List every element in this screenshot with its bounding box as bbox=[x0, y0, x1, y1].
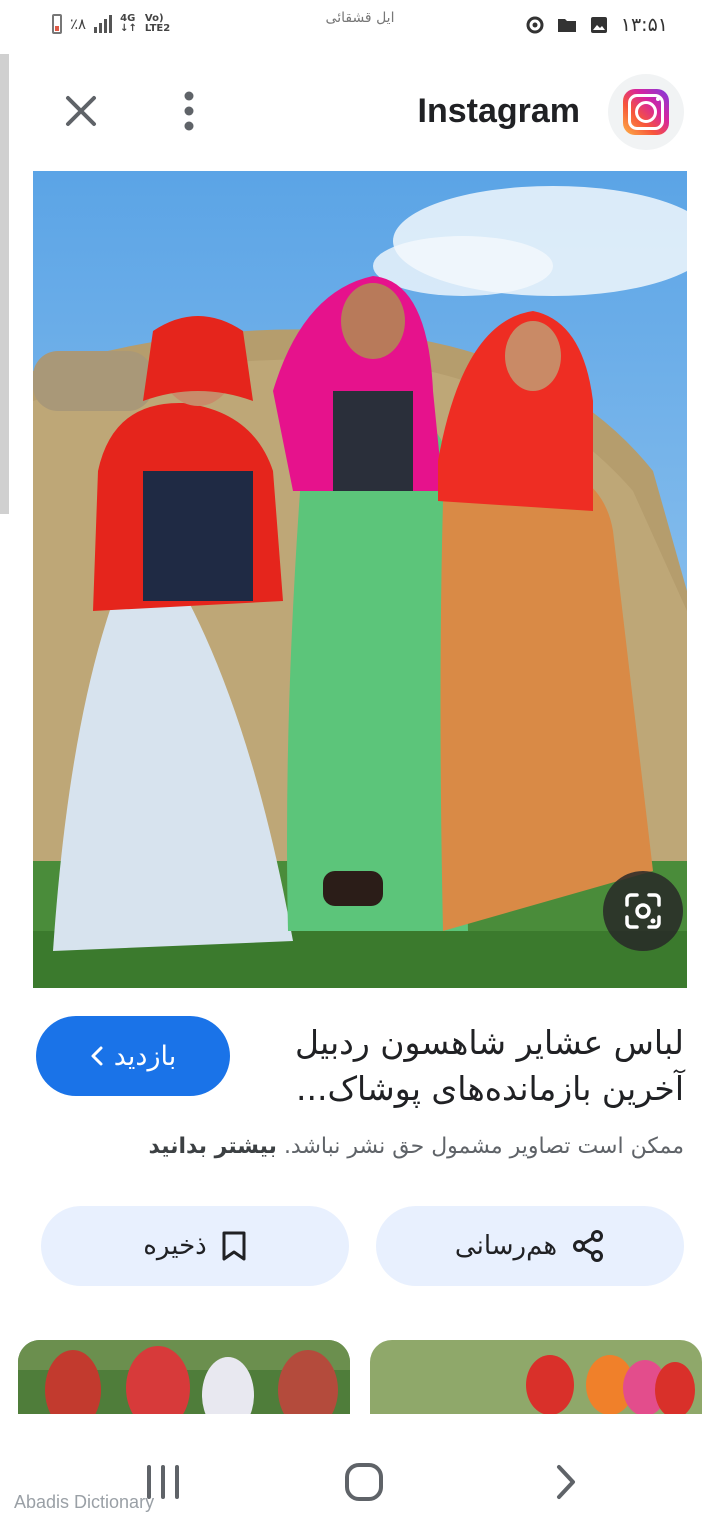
save-button[interactable]: ذخیره bbox=[41, 1206, 349, 1286]
status-right: ۱۳:۵۱ bbox=[525, 14, 668, 36]
share-button[interactable]: هم‌رسانی bbox=[376, 1206, 684, 1286]
visit-label: بازدید bbox=[113, 1040, 177, 1072]
home-icon bbox=[345, 1463, 383, 1501]
related-photo-1 bbox=[18, 1340, 350, 1414]
close-button[interactable] bbox=[56, 86, 106, 136]
result-photo bbox=[33, 171, 687, 988]
copyright-text: ممکن است تصاویر مشمول حق نشر نباشد. bbox=[283, 1134, 684, 1159]
close-icon bbox=[66, 96, 96, 126]
instagram-logo[interactable] bbox=[608, 74, 684, 150]
lens-icon bbox=[625, 893, 661, 929]
back-icon bbox=[557, 1465, 575, 1499]
related-photo-2 bbox=[370, 1340, 702, 1414]
learn-more-link[interactable]: بیشتر بدانید bbox=[149, 1134, 277, 1159]
chevron-icon bbox=[91, 1046, 103, 1066]
copyright-notice: ممکن است تصاویر مشمول حق نشر نباشد. بیشت… bbox=[24, 1134, 684, 1159]
result-image[interactable] bbox=[33, 171, 687, 988]
more-options-button[interactable] bbox=[164, 86, 214, 136]
related-image-1[interactable] bbox=[18, 1340, 350, 1414]
image-icon bbox=[590, 17, 607, 33]
back-button[interactable] bbox=[536, 1452, 596, 1512]
lens-search-button[interactable] bbox=[603, 871, 683, 951]
scroll-indicator[interactable] bbox=[0, 54, 9, 514]
watermark: Abadis Dictionary bbox=[14, 1492, 155, 1512]
bookmark-icon bbox=[222, 1231, 246, 1261]
result-title-line1: لباس عشایر شاهسون ردبیل bbox=[295, 1023, 684, 1062]
related-image-2[interactable] bbox=[370, 1340, 702, 1414]
clock: ۱۳:۵۱ bbox=[620, 14, 668, 36]
more-vert-icon bbox=[184, 91, 194, 131]
folder-icon bbox=[557, 19, 576, 32]
share-label: هم‌رسانی bbox=[454, 1231, 558, 1261]
status-bar: ٪۸ 4G ↓↑ Vo) LTE2 ایل قشقائی ۱۳:۵۱ bbox=[0, 0, 720, 52]
visit-button[interactable]: بازدید bbox=[36, 1016, 230, 1096]
result-title-line2: آخرین بازمانده‌های پوشاک... bbox=[296, 1069, 684, 1108]
instagram-icon bbox=[623, 89, 669, 135]
source-title[interactable]: Instagram bbox=[418, 92, 581, 131]
home-button[interactable] bbox=[334, 1452, 394, 1512]
result-title[interactable]: لباس عشایر شاهسون ردبیل آخرین بازمانده‌ه… bbox=[264, 1020, 684, 1112]
save-label: ذخیره bbox=[143, 1231, 207, 1261]
share-icon bbox=[573, 1230, 604, 1262]
sync-icon bbox=[526, 16, 544, 34]
